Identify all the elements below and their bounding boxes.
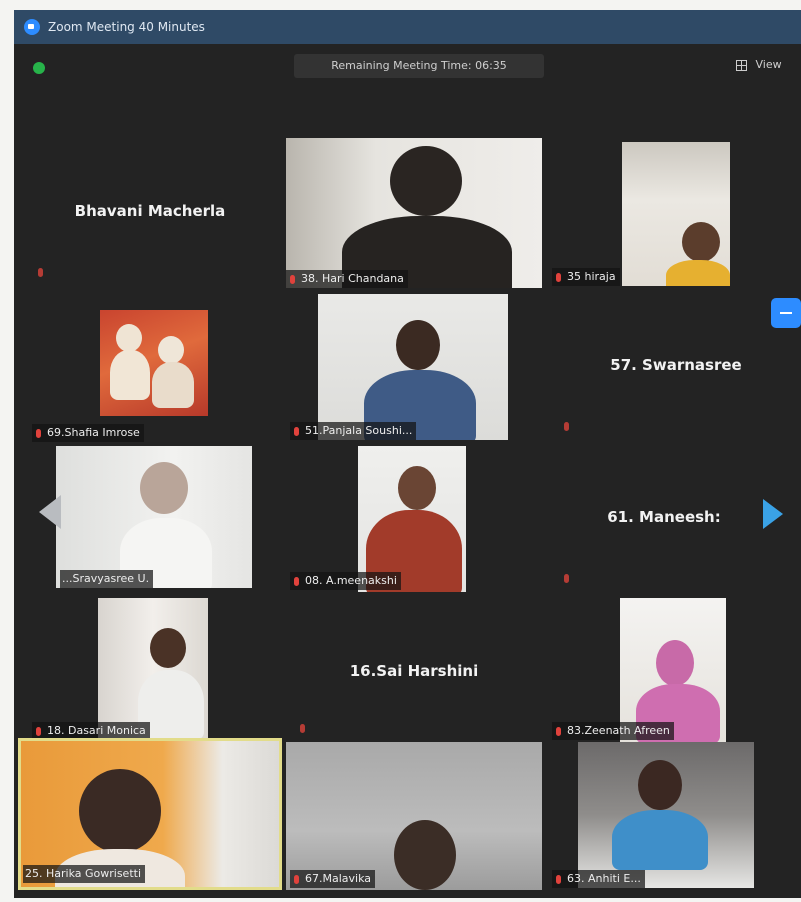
mic-muted-icon xyxy=(556,726,561,736)
name-label: ...Sravyasree U. xyxy=(60,570,154,588)
name-label: 25. Harika Gowrisetti xyxy=(23,865,146,883)
participant-tile-zeenath[interactable]: 83.Zeenath Afreen xyxy=(548,598,800,744)
name-label: 08. A.meenakshi xyxy=(290,572,401,590)
participant-tile-harika[interactable]: 25. Harika Gowrisetti xyxy=(18,738,282,890)
participant-name: 67.Malavika xyxy=(305,872,372,885)
view-label: View xyxy=(755,58,782,71)
view-button[interactable]: View xyxy=(736,58,782,71)
participant-name: 25. Harika Gowrisetti xyxy=(25,867,142,880)
video-feed xyxy=(98,598,208,738)
video-feed xyxy=(578,742,754,888)
zoom-logo-icon xyxy=(24,19,40,35)
minimize-panel-button[interactable] xyxy=(771,298,801,328)
previous-page-arrow[interactable] xyxy=(39,495,61,529)
video-feed xyxy=(56,446,252,588)
participant-tile-bhavani[interactable]: Bhavani Macherla xyxy=(20,140,280,290)
name-label: 51.Panjala Soushi... xyxy=(290,422,417,440)
mic-muted-icon xyxy=(556,874,561,884)
participant-tile-hiraja[interactable]: 35 hiraja xyxy=(548,140,800,288)
participant-name: 57. Swarnasree xyxy=(610,356,742,374)
mic-muted-icon xyxy=(290,274,295,284)
participant-tile-hari[interactable]: 38. Hari Chandana xyxy=(286,138,542,288)
participant-tile-anhiti[interactable]: 63. Anhiti E... xyxy=(548,742,768,890)
meeting-top-bar: Remaining Meeting Time: 06:35 View xyxy=(14,44,801,88)
participant-tile-maneesh[interactable]: 61. Maneesh: xyxy=(548,446,758,596)
participant-name: 35 hiraja xyxy=(567,270,616,283)
participant-name: 38. Hari Chandana xyxy=(301,272,404,285)
participant-tile-shafia[interactable]: 69.Shafia Imrose xyxy=(20,294,280,442)
name-label: 67.Malavika xyxy=(290,870,376,888)
video-feed xyxy=(286,138,542,288)
mic-muted-icon xyxy=(294,426,299,436)
participant-tile-panjala[interactable]: 51.Panjala Soushi... xyxy=(286,294,542,442)
mic-muted-icon xyxy=(564,422,569,431)
video-feed xyxy=(100,310,208,416)
mic-muted-icon xyxy=(294,874,299,884)
name-label: 63. Anhiti E... xyxy=(552,870,645,888)
remaining-time-banner: Remaining Meeting Time: 06:35 xyxy=(294,54,544,78)
participant-name: 51.Panjala Soushi... xyxy=(305,424,413,437)
window-title: Zoom Meeting 40 Minutes xyxy=(48,20,205,34)
participant-tile-meenakshi[interactable]: 08. A.meenakshi xyxy=(286,446,542,596)
video-feed xyxy=(620,598,726,742)
mic-muted-icon xyxy=(294,576,299,586)
participant-name: 16.Sai Harshini xyxy=(349,662,479,680)
mic-muted-icon xyxy=(556,272,561,282)
zoom-window: Zoom Meeting 40 Minutes Remaining Meetin… xyxy=(14,10,801,898)
mic-muted-icon xyxy=(564,574,569,583)
participant-tile-swarnasree[interactable]: 57. Swarnasree xyxy=(548,294,770,442)
participant-name: 63. Anhiti E... xyxy=(567,872,641,885)
shield-icon[interactable] xyxy=(33,62,45,74)
video-feed xyxy=(622,142,730,286)
name-label: 35 hiraja xyxy=(552,268,620,286)
grid-view-icon xyxy=(736,59,747,71)
participant-name: 69.Shafia Imrose xyxy=(47,426,140,439)
mic-muted-icon xyxy=(36,428,41,438)
participant-tile-saiharshini[interactable]: 16.Sai Harshini xyxy=(286,598,542,744)
video-feed xyxy=(358,446,466,592)
video-feed xyxy=(286,742,542,890)
participant-name: 83.Zeenath Afreen xyxy=(567,724,670,737)
name-label: 38. Hari Chandana xyxy=(286,270,408,288)
participant-tile-malavika[interactable]: 67.Malavika xyxy=(286,742,542,890)
participant-name: 61. Maneesh: xyxy=(607,508,721,526)
participant-name: ...Sravyasree U. xyxy=(62,572,150,585)
video-feed xyxy=(318,294,508,440)
name-label: 69.Shafia Imrose xyxy=(32,424,144,442)
participant-name: Bhavani Macherla xyxy=(74,202,226,220)
next-page-arrow[interactable] xyxy=(763,499,783,529)
participant-name: 08. A.meenakshi xyxy=(305,574,397,587)
title-bar: Zoom Meeting 40 Minutes xyxy=(14,10,801,44)
mic-muted-icon xyxy=(38,268,43,277)
name-label: 83.Zeenath Afreen xyxy=(552,722,674,740)
mic-muted-icon xyxy=(36,726,41,736)
participant-tile-dasari[interactable]: 18. Dasari Monica xyxy=(20,598,280,744)
mic-muted-icon xyxy=(300,724,305,733)
